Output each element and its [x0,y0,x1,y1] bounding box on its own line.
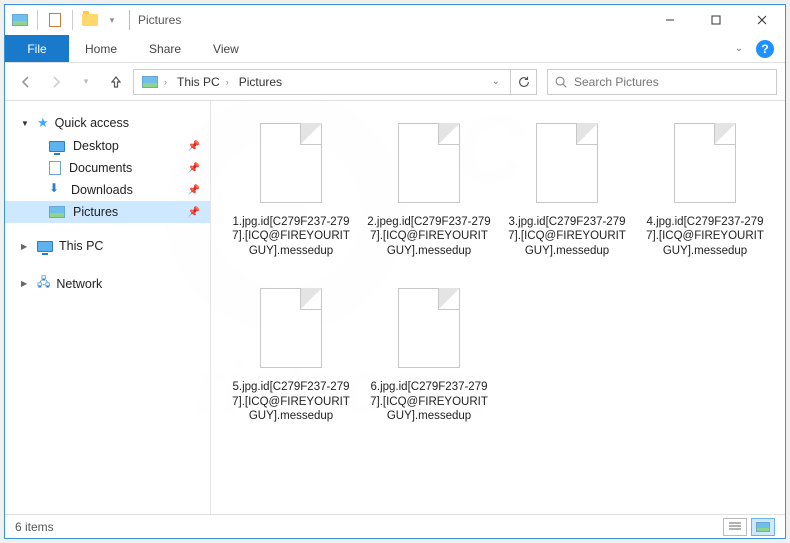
file-item[interactable]: 2.jpeg.id[C279F237-2797].[ICQ@FIREYOURIT… [365,117,493,258]
pin-icon: 📌 [188,141,200,152]
help-button[interactable]: ? [751,35,779,62]
file-item[interactable]: 4.jpg.id[C279F237-2797].[ICQ@FIREYOURITG… [641,117,769,258]
nav-item-downloads[interactable]: Downloads 📌 [5,179,210,201]
file-name: 4.jpg.id[C279F237-2797].[ICQ@FIREYOURITG… [642,215,768,258]
breadcrumb-root-icon[interactable]: › [138,74,173,90]
pin-icon: 📌 [188,163,200,174]
folder-icon[interactable] [81,11,99,29]
nav-label: Quick access [55,116,129,130]
chevron-down-icon[interactable] [21,118,31,129]
window-title: Pictures [138,13,181,27]
nav-item-desktop[interactable]: Desktop 📌 [5,135,210,157]
picture-icon [49,206,65,218]
breadcrumb-dropdown-icon[interactable]: ⌄ [486,76,506,87]
file-tab[interactable]: File [5,35,69,62]
quick-access-toolbar: ▾ [11,10,121,30]
nav-label: Downloads [71,183,133,197]
tab-share[interactable]: Share [133,35,197,62]
search-input[interactable] [574,75,770,89]
forward-button[interactable] [43,69,69,95]
nav-label: Network [56,277,102,291]
separator [129,10,130,30]
blank-file-icon [668,117,742,209]
pc-icon [37,241,53,252]
file-name: 6.jpg.id[C279F237-2797].[ICQ@FIREYOURITG… [366,380,492,423]
pin-icon: 📌 [188,185,200,196]
breadcrumb[interactable]: › This PC› Pictures ⌄ [133,69,511,95]
network-icon [37,273,50,294]
ribbon-expand-icon[interactable]: ⌄ [727,35,751,62]
nav-this-pc[interactable]: This PC [5,235,210,257]
blank-file-icon [392,282,466,374]
thumbnails-view-button[interactable] [751,518,775,536]
qat-dropdown-icon[interactable]: ▾ [103,11,121,29]
star-icon [37,115,49,131]
breadcrumb-segment-this-pc[interactable]: This PC› [173,73,235,91]
nav-item-documents[interactable]: Documents 📌 [5,157,210,179]
file-name: 1.jpg.id[C279F237-2797].[ICQ@FIREYOURITG… [228,215,354,258]
nav-label: Documents [69,161,132,175]
chevron-right-icon[interactable] [21,278,31,289]
nav-item-pictures[interactable]: Pictures 📌 [5,201,210,223]
help-icon: ? [756,40,774,58]
search-box[interactable] [547,69,777,95]
file-item[interactable]: 5.jpg.id[C279F237-2797].[ICQ@FIREYOURITG… [227,282,355,423]
navigation-pane: Quick access Desktop 📌 Documents 📌 Downl… [5,101,211,514]
refresh-button[interactable] [511,69,537,95]
address-bar-row: ▾ › This PC› Pictures ⌄ [5,63,785,101]
chevron-right-icon[interactable] [21,241,31,252]
file-name: 5.jpg.id[C279F237-2797].[ICQ@FIREYOURITG… [228,380,354,423]
blank-file-icon [254,117,328,209]
blank-file-icon [392,117,466,209]
app-icon [11,11,29,29]
search-icon [554,75,568,89]
breadcrumb-label: This PC [177,75,220,89]
blank-file-icon [530,117,604,209]
nav-label: Pictures [73,205,118,219]
blank-file-icon [254,282,328,374]
explorer-window: ▾ Pictures File Home Share View ⌄ ? ▾ › … [4,4,786,539]
file-name: 3.jpg.id[C279F237-2797].[ICQ@FIREYOURITG… [504,215,630,258]
file-name: 2.jpeg.id[C279F237-2797].[ICQ@FIREYOURIT… [366,215,492,258]
file-item[interactable]: 1.jpg.id[C279F237-2797].[ICQ@FIREYOURITG… [227,117,355,258]
tab-home[interactable]: Home [69,35,133,62]
pin-icon: 📌 [188,207,200,218]
titlebar: ▾ Pictures [5,5,785,35]
recent-locations-button[interactable]: ▾ [73,69,99,95]
nav-quick-access[interactable]: Quick access [5,111,210,135]
ribbon-tabs: File Home Share View ⌄ ? [5,35,785,63]
status-bar: 6 items [5,514,785,538]
minimize-button[interactable] [647,5,693,35]
file-list[interactable]: 1.jpg.id[C279F237-2797].[ICQ@FIREYOURITG… [211,101,785,514]
nav-label: This PC [59,239,103,253]
download-icon [49,183,63,197]
close-button[interactable] [739,5,785,35]
document-icon [49,161,61,175]
details-view-button[interactable] [723,518,747,536]
nav-label: Desktop [73,139,119,153]
item-count: 6 items [15,520,54,534]
tab-view[interactable]: View [197,35,255,62]
nav-network[interactable]: Network [5,269,210,298]
breadcrumb-label: Pictures [239,75,282,89]
desktop-icon [49,141,65,152]
maximize-button[interactable] [693,5,739,35]
file-item[interactable]: 3.jpg.id[C279F237-2797].[ICQ@FIREYOURITG… [503,117,631,258]
properties-icon[interactable] [46,11,64,29]
breadcrumb-segment-pictures[interactable]: Pictures [235,73,288,91]
separator [72,10,73,30]
up-button[interactable] [103,69,129,95]
file-item[interactable]: 6.jpg.id[C279F237-2797].[ICQ@FIREYOURITG… [365,282,493,423]
back-button[interactable] [13,69,39,95]
separator [37,10,38,30]
